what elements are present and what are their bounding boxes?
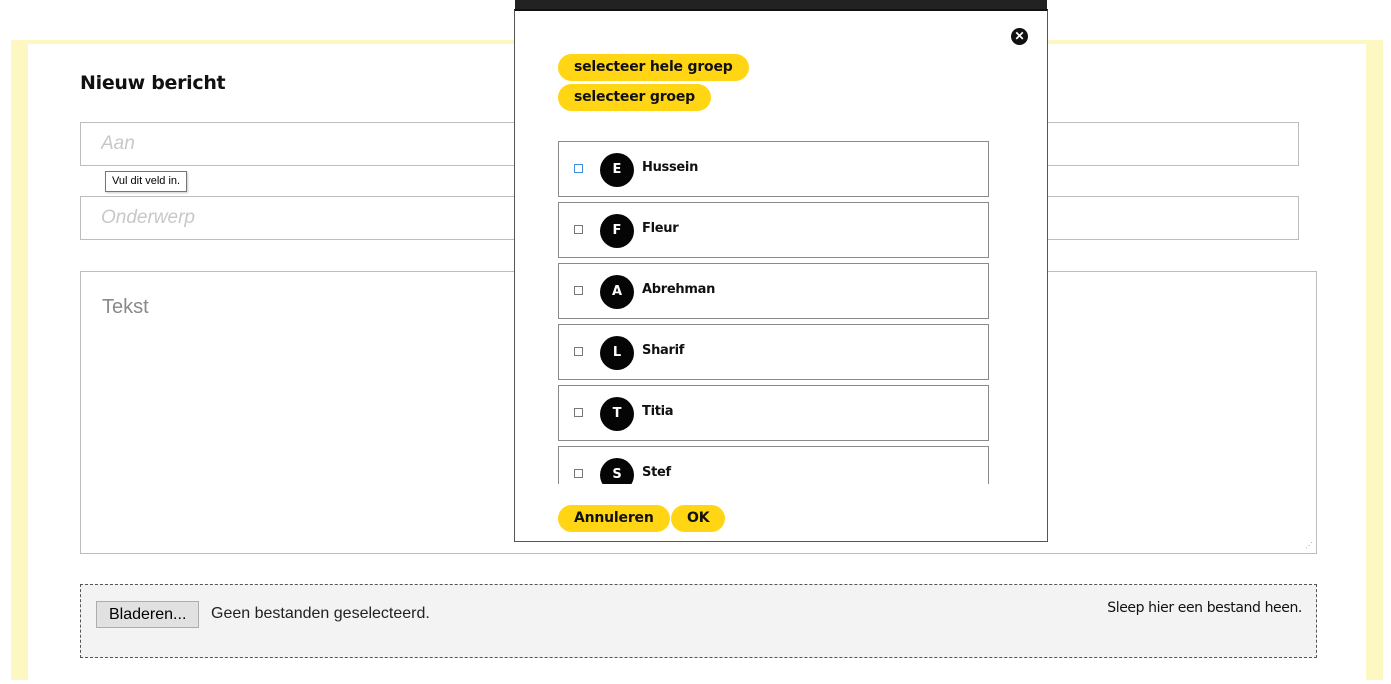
cancel-button[interactable]: Annuleren (558, 505, 670, 532)
user-checkbox[interactable] (574, 225, 583, 234)
user-name: Hussein (642, 160, 699, 175)
background-nav-strip (515, 0, 1047, 9)
user-row[interactable]: E Hussein (558, 141, 989, 197)
avatar: A (600, 275, 634, 309)
page-title: Nieuw bericht (80, 72, 226, 94)
close-icon[interactable]: ✕ (1011, 28, 1028, 45)
resize-grip-icon[interactable]: ⋰ (1305, 542, 1313, 550)
user-name: Fleur (642, 221, 679, 236)
user-checkbox[interactable] (574, 164, 583, 173)
user-checkbox[interactable] (574, 347, 583, 356)
user-name: Titia (642, 404, 674, 419)
user-row[interactable]: L Sharif (558, 324, 989, 380)
avatar: S (600, 458, 634, 484)
select-whole-group-button[interactable]: selecteer hele groep (558, 54, 749, 81)
user-name: Stef (642, 465, 671, 480)
drop-hint: Sleep hier een bestand heen. (1107, 600, 1302, 616)
user-name: Sharif (642, 343, 685, 358)
avatar: T (600, 397, 634, 431)
user-row[interactable]: S Stef (558, 446, 989, 484)
user-name: Abrehman (642, 282, 716, 297)
validation-tooltip: Vul dit veld in. (105, 171, 188, 192)
browse-button[interactable]: Bladeren... (96, 601, 200, 628)
file-dropzone[interactable]: Bladeren... Geen bestanden geselecteerd.… (80, 584, 1317, 658)
user-row[interactable]: A Abrehman (558, 263, 989, 319)
recipient-picker-modal: ✕ selecteer hele groep selecteer groep E… (514, 9, 1048, 542)
user-list[interactable]: E Hussein F Fleur A Abrehman L Sharif T … (558, 138, 1003, 484)
ok-button[interactable]: OK (671, 505, 726, 532)
no-files-text: Geen bestanden geselecteerd. (211, 605, 430, 622)
user-checkbox[interactable] (574, 286, 583, 295)
avatar: L (600, 336, 634, 370)
select-group-button[interactable]: selecteer groep (558, 84, 711, 111)
user-row[interactable]: F Fleur (558, 202, 989, 258)
user-checkbox[interactable] (574, 408, 583, 417)
user-checkbox[interactable] (574, 469, 583, 478)
user-row[interactable]: T Titia (558, 385, 989, 441)
avatar: E (600, 153, 634, 187)
avatar: F (600, 214, 634, 248)
